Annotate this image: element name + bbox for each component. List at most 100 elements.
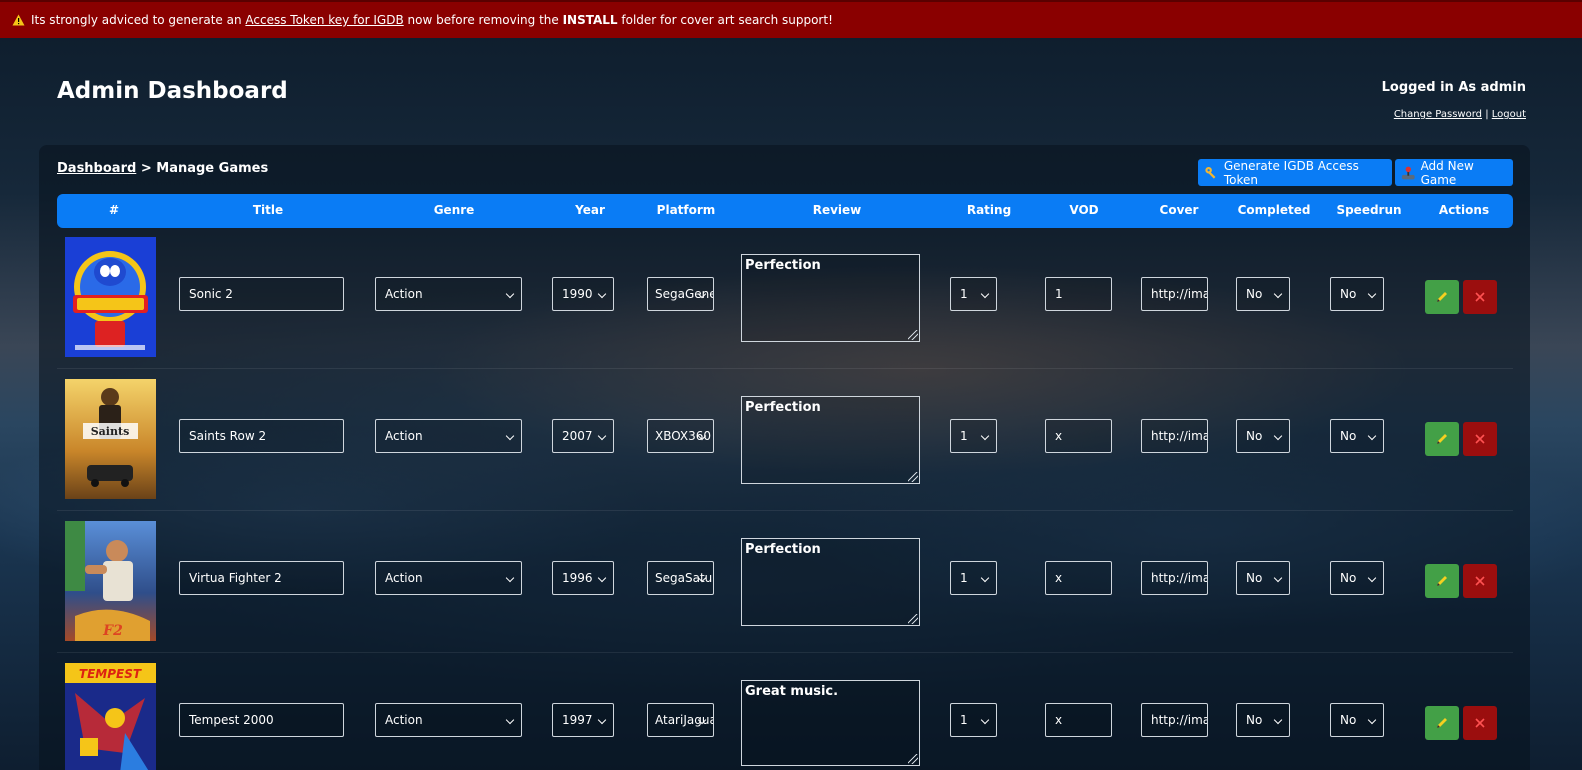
breadcrumb-current: Manage Games (156, 161, 269, 176)
genre-value: Action (385, 571, 423, 585)
platform-select[interactable]: SegaSaturn (647, 561, 714, 595)
vod-input[interactable]: x (1045, 419, 1112, 453)
completed-select[interactable]: No (1236, 277, 1290, 311)
link-separator: | (1485, 109, 1489, 120)
logged-in-label: Logged in As (1381, 80, 1477, 95)
speedrun-select[interactable]: No (1330, 277, 1384, 311)
review-textarea[interactable]: Perfection (741, 396, 920, 484)
alert-text-before: Its strongly adviced to generate an (31, 13, 246, 27)
vod-input[interactable]: x (1045, 703, 1112, 737)
platform-value: SegaGenesis (655, 287, 713, 301)
delete-button[interactable] (1463, 280, 1497, 314)
completed-select[interactable]: No (1236, 561, 1290, 595)
review-textarea[interactable]: Perfection (741, 254, 920, 342)
table-row: Saints Saints Row 2 Action 2007 XBOX360 … (57, 370, 1513, 511)
change-password-link[interactable]: Change Password (1394, 109, 1482, 120)
add-game-label: Add New Game (1420, 158, 1474, 187)
col-completed: Completed (1237, 203, 1311, 217)
genre-select[interactable]: Action (375, 419, 522, 453)
cover-image-virtua-fighter: F2 (65, 521, 156, 641)
vod-input[interactable]: x (1045, 561, 1112, 595)
vod-input[interactable]: 1 (1045, 277, 1112, 311)
generate-token-button[interactable]: Generate IGDB Access Token (1198, 158, 1392, 187)
edit-button[interactable] (1425, 706, 1459, 740)
delete-button[interactable] (1463, 706, 1497, 740)
user-box: Logged in As admin Change Password | Log… (1382, 80, 1526, 120)
year-select[interactable]: 1997 (552, 703, 614, 737)
title-input[interactable]: Saints Row 2 (179, 419, 344, 453)
col-cover: Cover (1159, 203, 1199, 217)
speedrun-select[interactable]: No (1330, 419, 1384, 453)
col-number: # (108, 203, 120, 217)
platform-select[interactable]: SegaGenesis (647, 277, 714, 311)
title-input[interactable]: Sonic 2 (179, 277, 344, 311)
col-title: Title (252, 203, 284, 217)
add-game-button[interactable]: Add New Game (1395, 158, 1513, 187)
year-select[interactable]: 1996 (552, 561, 614, 595)
delete-button[interactable] (1463, 564, 1497, 598)
speedrun-value: No (1340, 429, 1357, 443)
completed-value: No (1246, 713, 1263, 727)
genre-value: Action (385, 287, 423, 301)
col-rating: Rating (966, 203, 1012, 217)
completed-value: No (1246, 571, 1263, 585)
platform-value: XBOX360 (655, 429, 712, 443)
title-input[interactable]: Virtua Fighter 2 (179, 561, 344, 595)
cover-image-sonic (65, 237, 156, 357)
cover-image-tempest: TEMPEST (65, 663, 156, 770)
review-textarea[interactable]: Perfection (741, 538, 920, 626)
rating-value: 1 (960, 571, 968, 585)
cover-url-input[interactable]: http://images.igdb.com (1141, 277, 1208, 311)
rating-value: 1 (960, 287, 968, 301)
rating-select[interactable]: 1 (950, 703, 997, 737)
speedrun-select[interactable]: No (1330, 703, 1384, 737)
cover-url-input[interactable]: http://images.igdb.com (1141, 561, 1208, 595)
rating-value: 1 (960, 429, 968, 443)
cover-url-input[interactable]: http://images.igdb.com (1141, 419, 1208, 453)
pencil-icon (1437, 292, 1447, 302)
games-table-header: # Title Genre Year Platform Review Ratin… (57, 194, 1513, 228)
edit-button[interactable] (1425, 564, 1459, 598)
logged-in-status: Logged in As admin (1382, 80, 1526, 95)
edit-button[interactable] (1425, 280, 1459, 314)
completed-select[interactable]: No (1236, 419, 1290, 453)
year-select[interactable]: 2007 (552, 419, 614, 453)
access-token-link[interactable]: Access Token key for IGDB (245, 13, 403, 27)
breadcrumb-dashboard-link[interactable]: Dashboard (57, 161, 136, 176)
genre-select[interactable]: Action (375, 561, 522, 595)
year-select[interactable]: 1990 (552, 277, 614, 311)
alert-text-mid: now before removing the (403, 13, 563, 27)
completed-select[interactable]: No (1236, 703, 1290, 737)
logout-link[interactable]: Logout (1492, 109, 1526, 120)
title-input[interactable]: Tempest 2000 (179, 703, 344, 737)
delete-button[interactable] (1463, 422, 1497, 456)
speedrun-select[interactable]: No (1330, 561, 1384, 595)
platform-select[interactable]: AtariJaguar (647, 703, 714, 737)
platform-select[interactable]: XBOX360 (647, 419, 714, 453)
close-icon (1475, 434, 1485, 444)
rating-select[interactable]: 1 (950, 419, 997, 453)
col-platform: Platform (656, 203, 716, 217)
edit-button[interactable] (1425, 422, 1459, 456)
breadcrumb: Dashboard > Manage Games (57, 161, 268, 176)
generate-token-label: Generate IGDB Access Token (1223, 158, 1359, 187)
rating-select[interactable]: 1 (950, 277, 997, 311)
username: admin (1480, 80, 1526, 95)
alert-text-after: folder for cover art search support! (617, 13, 833, 27)
genre-select[interactable]: Action (375, 277, 522, 311)
key-icon (1205, 166, 1216, 179)
year-value: 1997 (562, 713, 593, 727)
alert-install-bold: INSTALL (562, 13, 618, 27)
review-textarea[interactable]: Great music. (741, 680, 920, 766)
speedrun-value: No (1340, 287, 1357, 301)
close-icon (1475, 292, 1485, 302)
cover-url-input[interactable]: http://images.igdb.com (1141, 703, 1208, 737)
svg-text:TEMPEST: TEMPEST (79, 667, 142, 681)
col-review: Review (812, 203, 862, 217)
genre-select[interactable]: Action (375, 703, 522, 737)
col-vod: VOD (1069, 203, 1099, 217)
rating-select[interactable]: 1 (950, 561, 997, 595)
account-links: Change Password | Logout (1382, 109, 1526, 120)
pencil-icon (1437, 718, 1447, 728)
breadcrumb-separator: > (140, 161, 152, 176)
